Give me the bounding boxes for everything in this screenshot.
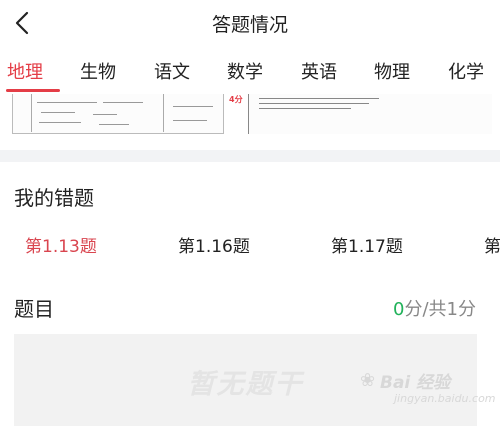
tab-geography[interactable]: 地理 (7, 58, 43, 84)
watermark-sub: jingyan.baidu.com (394, 392, 496, 405)
wrong-question-1-16[interactable]: 第1.16题 (178, 232, 250, 257)
score-total: 分/共1分 (404, 299, 476, 320)
answer-sheet-left (12, 94, 224, 134)
section-divider (0, 150, 500, 162)
subject-tabs: 地理 生物 语文 数学 英语 物理 化学 (0, 52, 500, 92)
tab-physics[interactable]: 物理 (374, 58, 410, 84)
wrong-questions-title: 我的错题 (14, 186, 94, 210)
score-got: 0 (393, 299, 405, 320)
tab-chemistry[interactable]: 化学 (448, 58, 484, 84)
paw-logo-icon: ❀ (360, 370, 376, 391)
wrong-question-1-17[interactable]: 第1.17题 (331, 232, 403, 257)
tab-biology[interactable]: 生物 (80, 58, 116, 84)
watermark: ❀ Bai 经验 jingyan.baidu.com (360, 368, 496, 418)
tab-math[interactable]: 数学 (227, 58, 263, 84)
score-mark: 4分 (229, 95, 243, 104)
answer-sheet-right (248, 94, 492, 134)
tab-chinese[interactable]: 语文 (154, 58, 190, 84)
active-tab-indicator (6, 89, 60, 92)
wrong-question-next[interactable]: 第 (484, 232, 500, 257)
question-label: 题目 (14, 297, 54, 321)
watermark-main: Bai 经验 (380, 373, 451, 393)
top-bar: 答题情况 (0, 0, 500, 46)
wrong-question-1-13[interactable]: 第1.13题 (25, 232, 97, 257)
tab-english[interactable]: 英语 (301, 58, 337, 84)
page-title: 答题情况 (211, 14, 288, 36)
question-score: 0分/共1分 (393, 295, 476, 321)
answer-sheet-preview[interactable]: 4分 (0, 94, 500, 138)
